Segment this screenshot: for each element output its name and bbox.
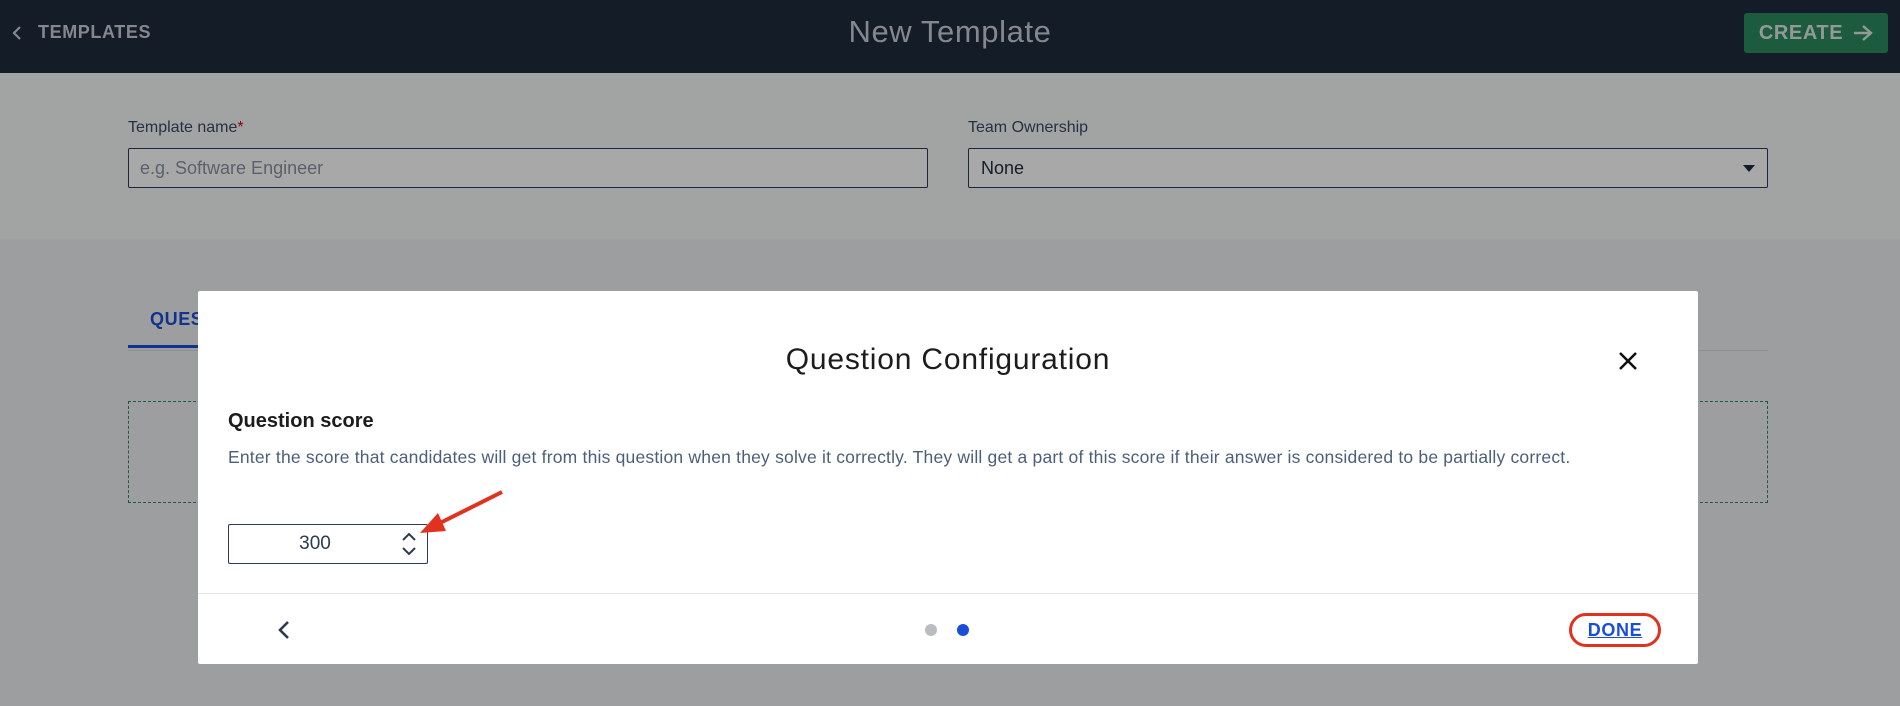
pagination-dot-1[interactable] [925,624,937,636]
done-button[interactable]: DONE [1569,613,1661,647]
modal-footer-divider [198,593,1698,594]
done-button-label: DONE [1587,619,1643,640]
question-configuration-modal: Question Configuration Question score En… [198,291,1698,664]
question-score-input[interactable] [229,525,395,563]
close-icon[interactable] [1615,348,1641,374]
question-score-help: Enter the score that candidates will get… [228,447,1571,467]
chevron-left-icon[interactable] [274,618,294,642]
pagination-dot-2[interactable] [957,624,969,636]
question-score-label: Question score [228,410,374,432]
question-score-field[interactable] [228,524,428,564]
chevron-up-down-icon[interactable] [401,530,417,558]
modal-title: Question Configuration [785,343,1111,376]
